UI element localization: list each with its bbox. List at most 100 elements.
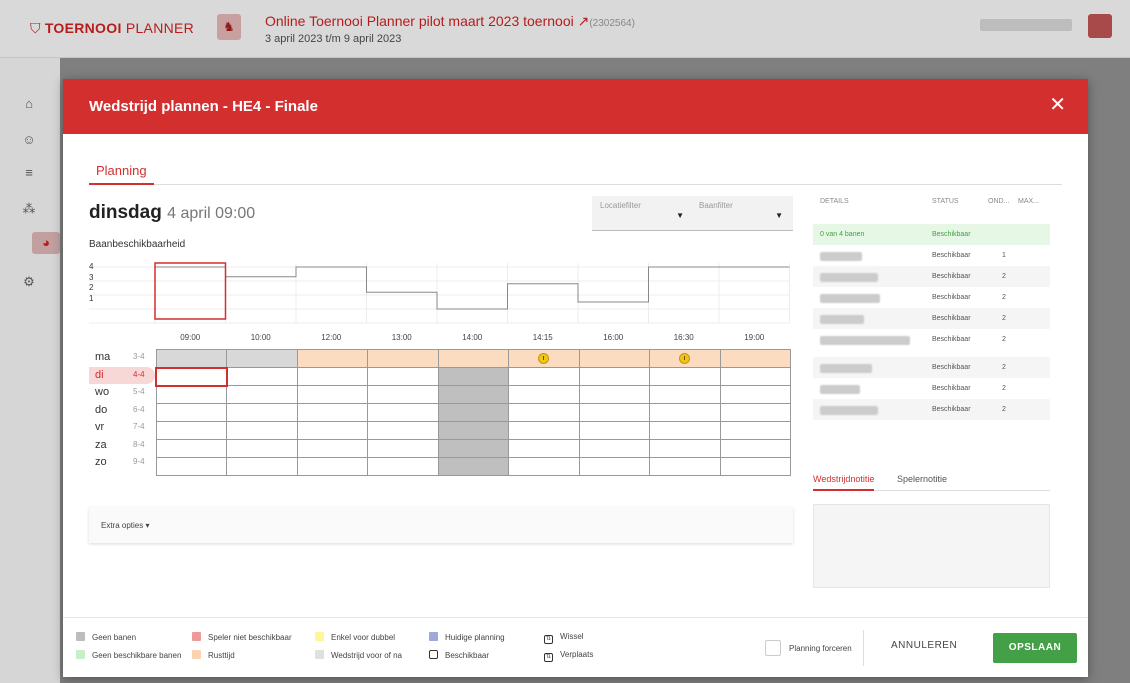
slot-cell[interactable] [226,439,298,458]
header-ond[interactable]: OND... [988,198,1009,205]
slot-cell[interactable] [649,439,721,458]
slot-cell[interactable] [296,421,368,440]
day-row-di[interactable]: di 4-4 [89,366,155,384]
slot-cell[interactable] [508,367,580,386]
slot-cell[interactable] [578,421,650,440]
slot-cell[interactable] [226,367,298,386]
slot-cell[interactable] [508,349,580,368]
slot-cell[interactable] [155,457,227,476]
slot-cell[interactable] [226,349,298,368]
list-icon[interactable]: ≡ [18,162,40,184]
planner-icon[interactable]: ◕ [32,232,60,254]
header-details[interactable]: DETAILS [820,198,849,205]
slot-cell[interactable] [508,421,580,440]
slot-cell[interactable] [296,367,368,386]
sitemap-icon[interactable]: ⁂ [18,198,40,220]
slot-cell[interactable] [649,403,721,422]
header-status[interactable]: STATUS [932,198,959,205]
tournament-title[interactable]: Online Toernooi Planner pilot maart 2023… [265,13,635,30]
close-icon[interactable]: ✕ [1049,95,1066,115]
gear-icon[interactable]: ⚙ [18,271,40,293]
slot-cell[interactable] [649,367,721,386]
slot-cell[interactable] [437,367,509,386]
details-row[interactable]: Beschikbaar 2 [813,266,1050,287]
slot-cell[interactable] [578,367,650,386]
slot-cell[interactable] [719,403,791,422]
home-icon[interactable]: ⌂ [18,93,40,115]
slot-cell[interactable] [226,457,298,476]
slot-cell[interactable] [578,403,650,422]
slot-cell[interactable] [367,421,439,440]
slot-cell[interactable] [155,385,227,404]
details-summary-row[interactable]: 0 van 4 banen Beschikbaar [813,224,1050,245]
slot-cell[interactable] [367,457,439,476]
extra-options[interactable]: Extra opties ▾ [89,507,793,543]
slot-cell[interactable] [437,421,509,440]
users-icon[interactable]: ☺ [18,129,40,151]
slot-cell[interactable] [508,439,580,458]
schedule-grid[interactable] [155,349,791,476]
slot-cell[interactable] [578,457,650,476]
slot-cell[interactable] [719,421,791,440]
slot-cell[interactable] [437,385,509,404]
slot-cell[interactable] [296,439,368,458]
day-row-za[interactable]: za 8-4 [89,437,155,455]
save-button[interactable]: OPSLAAN [993,633,1077,663]
slot-cell[interactable] [367,385,439,404]
slot-cell[interactable] [367,349,439,368]
slot-cell[interactable] [437,349,509,368]
slot-cell[interactable] [367,439,439,458]
slot-cell[interactable] [719,439,791,458]
force-checkbox[interactable] [765,640,781,656]
slot-cell[interactable] [367,367,439,386]
user-name[interactable] [980,19,1072,31]
slot-cell[interactable] [296,457,368,476]
day-row-zo[interactable]: zo 9-4 [89,454,155,472]
details-row[interactable]: Beschikbaar 1 [813,245,1050,266]
slot-cell[interactable] [437,457,509,476]
slot-cell[interactable] [296,403,368,422]
day-row-wo[interactable]: wo 5-4 [89,384,155,402]
slot-cell[interactable] [296,349,368,368]
force-planning[interactable]: Planning forceren [765,640,852,656]
note-textarea[interactable] [813,504,1050,588]
details-row[interactable]: Beschikbaar 2 [813,287,1050,308]
cancel-button[interactable]: ANNULEREN [891,640,957,651]
tab-planning[interactable]: Planning [89,163,154,185]
day-row-do[interactable]: do 6-4 [89,402,155,420]
slot-cell[interactable] [649,421,721,440]
slot-cell[interactable] [719,385,791,404]
day-row-ma[interactable]: ma 3-4 [89,349,155,367]
details-row[interactable]: Beschikbaar 2 [813,378,1050,399]
slot-cell[interactable] [155,421,227,440]
slot-cell[interactable] [155,366,228,387]
slot-cell[interactable] [226,421,298,440]
details-row[interactable]: Beschikbaar 2 [813,357,1050,378]
slot-cell[interactable] [578,385,650,404]
slot-cell[interactable] [578,439,650,458]
court-filter[interactable]: Baanfilter ▼ [691,196,793,231]
slot-cell[interactable] [226,403,298,422]
details-row[interactable]: Beschikbaar 2 [813,308,1050,329]
tab-match-note[interactable]: Wedstrijdnotitie [813,474,875,491]
slot-cell[interactable] [508,403,580,422]
slot-cell[interactable] [719,349,791,368]
slot-cell[interactable] [155,349,227,368]
slot-cell[interactable] [155,403,227,422]
slot-cell[interactable] [155,439,227,458]
slot-cell[interactable] [508,385,580,404]
slot-cell[interactable] [367,403,439,422]
slot-cell[interactable] [296,385,368,404]
slot-cell[interactable] [508,457,580,476]
slot-cell[interactable] [437,403,509,422]
header-max[interactable]: MAX... [1018,198,1039,205]
slot-cell[interactable] [719,457,791,476]
slot-cell[interactable] [226,385,298,404]
slot-cell[interactable] [578,349,650,368]
day-row-vr[interactable]: vr 7-4 [89,419,155,437]
avatar[interactable] [1088,14,1112,38]
slot-cell[interactable] [649,385,721,404]
slot-cell[interactable] [719,367,791,386]
slot-cell[interactable] [649,457,721,476]
tab-player-note[interactable]: Spelernotitie [897,474,947,484]
